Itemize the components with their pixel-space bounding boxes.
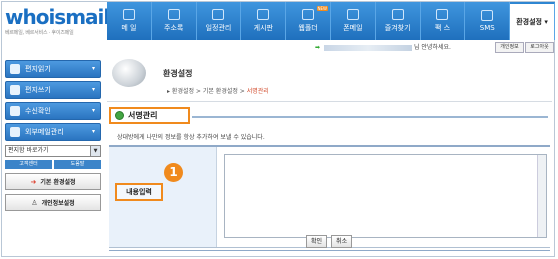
signature-form: 1 내용입력 bbox=[109, 145, 550, 248]
confirm-button[interactable]: 확인 bbox=[306, 235, 328, 248]
nav-label: 폰메일 bbox=[343, 24, 363, 32]
breadcrumb-item[interactable]: 환경설정 bbox=[172, 88, 194, 95]
nav-label: 팩 스 bbox=[434, 24, 451, 32]
logo-text-1: whois bbox=[5, 5, 66, 29]
nav-sms[interactable]: SMS bbox=[465, 2, 511, 40]
breadcrumb-item[interactable]: 기본 환경설정 bbox=[203, 88, 238, 95]
page-header: 환경설정 ▸ 환경설정 > 기본 환경설정 > 서명관리 bbox=[107, 55, 552, 102]
page-title: 환경설정 bbox=[163, 69, 193, 78]
sms-icon bbox=[481, 10, 494, 21]
support-tabs: 고객센터 도움말 bbox=[5, 160, 101, 169]
chevron-down-icon: ▾ bbox=[91, 86, 95, 93]
section-title-text: 서명관리 bbox=[128, 111, 158, 120]
bookmark-icon bbox=[391, 9, 404, 20]
logo-subtitle: 베르메일, 베르서비스 · 후이즈메일 bbox=[5, 30, 74, 36]
sidebar-item-write-mail[interactable]: 편지쓰기 ▾ bbox=[5, 81, 101, 99]
sidebar-item-label: 수신확인 bbox=[25, 107, 51, 115]
nav-fax[interactable]: 팩 스 bbox=[421, 2, 466, 40]
nav-calendar[interactable]: 일정관리 bbox=[197, 2, 242, 40]
label-cell: 1 내용입력 bbox=[109, 147, 217, 247]
mailbox-shortcut-select[interactable]: 편지함 바로가기 ▼ bbox=[5, 145, 101, 157]
description: 상대방에게 나만의 정보를 항상 추가하여 보낼 수 있습니다. bbox=[117, 134, 265, 141]
nav-mail[interactable]: 메 일 bbox=[107, 2, 152, 40]
nav-address-book[interactable]: 주소록 bbox=[152, 2, 197, 40]
nav-label: 웹폴더 bbox=[298, 24, 318, 32]
arrow-right-icon: ➜ bbox=[30, 177, 37, 186]
button-label: 개인정보설정 bbox=[41, 200, 75, 207]
customer-center-link[interactable]: 고객센터 bbox=[5, 160, 52, 169]
help-link[interactable]: 도움말 bbox=[54, 160, 101, 169]
form-buttons: 확인 취소 bbox=[306, 235, 353, 248]
divider bbox=[109, 250, 550, 251]
sidebar: 편지읽기 ▾ 편지쓰기 ▾ 수신확인 ▾ 외부메일관리 ▾ 편지함 바로가기 ▼ 고객센터… bbox=[5, 60, 101, 211]
chevron-down-icon: ▾ bbox=[91, 65, 95, 72]
nav-phone-mail[interactable]: 폰메일 bbox=[331, 2, 376, 40]
write-mail-icon bbox=[10, 85, 20, 95]
logo-text-2: mail bbox=[65, 5, 110, 29]
logo[interactable]: whoismail 베르메일, 베르서비스 · 후이즈메일 bbox=[5, 5, 110, 42]
nav-label: 메 일 bbox=[121, 24, 137, 32]
user-icon: ♙ bbox=[31, 198, 38, 207]
divider bbox=[192, 116, 548, 118]
nav-label: SMS bbox=[479, 24, 495, 32]
bullet-icon bbox=[115, 111, 124, 120]
read-mail-icon bbox=[10, 64, 20, 74]
main-content: 환경설정 ▸ 환경설정 > 기본 환경설정 > 서명관리 서명관리 상대방에게 … bbox=[107, 55, 552, 251]
folder-icon bbox=[302, 9, 315, 20]
personal-settings-button[interactable]: ♙ 개인정보설정 bbox=[5, 194, 101, 211]
phone-icon bbox=[346, 9, 359, 20]
breadcrumb: ▸ 환경설정 > 기본 환경설정 > 서명관리 bbox=[167, 88, 269, 95]
fax-icon bbox=[436, 9, 449, 20]
board-icon bbox=[257, 9, 270, 20]
user-arrow-icon: ➡ bbox=[315, 44, 321, 51]
mouse-image bbox=[112, 59, 146, 87]
basic-settings-button[interactable]: ➜ 기본 환경설정 bbox=[5, 173, 101, 190]
personal-info-button[interactable]: 개인정보 bbox=[495, 42, 524, 53]
external-mail-icon bbox=[10, 127, 20, 137]
mail-icon bbox=[122, 9, 135, 20]
sidebar-item-label: 편지읽기 bbox=[25, 65, 51, 73]
select-value: 편지함 바로가기 bbox=[8, 147, 49, 154]
nav-label: 게시판 bbox=[253, 24, 273, 32]
sidebar-item-label: 편지쓰기 bbox=[25, 86, 51, 94]
sidebar-item-read-mail[interactable]: 편지읽기 ▾ bbox=[5, 60, 101, 78]
chevron-down-icon: ▼ bbox=[90, 146, 100, 156]
chevron-down-icon: ▾ bbox=[91, 107, 95, 114]
nav-label: 주소록 bbox=[164, 24, 184, 32]
nav-label: 일정관리 bbox=[205, 24, 232, 32]
signature-textarea[interactable] bbox=[224, 154, 547, 238]
scrollbar[interactable] bbox=[537, 155, 546, 237]
nav-bookmarks[interactable]: 즐겨찾기 bbox=[376, 2, 421, 40]
breadcrumb-current: 서명관리 bbox=[246, 88, 269, 95]
new-badge: NEW bbox=[316, 6, 328, 11]
content-label: 내용입력 bbox=[115, 183, 163, 201]
section-title: 서명관리 bbox=[109, 107, 190, 124]
logout-button[interactable]: 로그아웃 bbox=[525, 42, 554, 53]
cancel-button[interactable]: 취소 bbox=[331, 235, 353, 248]
greeting-text: 님 안녕하세요. bbox=[413, 44, 451, 51]
step-marker: 1 bbox=[164, 163, 183, 182]
address-book-icon bbox=[167, 9, 180, 20]
nav-label: 즐겨찾기 bbox=[384, 24, 411, 32]
sidebar-item-read-receipt[interactable]: 수신확인 ▾ bbox=[5, 102, 101, 120]
nav-label: 환경설정 ▾ bbox=[516, 18, 548, 26]
user-email-redacted bbox=[323, 44, 412, 51]
chevron-down-icon: ▾ bbox=[91, 128, 95, 135]
sidebar-item-label: 외부메일관리 bbox=[25, 128, 64, 136]
nav-settings[interactable]: 환경설정 ▾ bbox=[510, 2, 555, 40]
receipt-icon bbox=[10, 106, 20, 116]
nav-board[interactable]: 게시판 bbox=[241, 2, 287, 40]
nav-web-folder[interactable]: 웹폴더 NEW bbox=[286, 2, 331, 40]
button-label: 기본 환경설정 bbox=[40, 179, 76, 186]
sidebar-item-external-mail[interactable]: 외부메일관리 ▾ bbox=[5, 123, 101, 141]
calendar-icon bbox=[212, 9, 225, 20]
top-nav: 메 일 주소록 일정관리 게시판 웹폴더 NEW 폰메일 즐겨찾기 팩 스 SMS… bbox=[107, 2, 555, 40]
user-bar: ➡ 님 안녕하세요. 개인정보 로그아웃 bbox=[315, 42, 555, 53]
